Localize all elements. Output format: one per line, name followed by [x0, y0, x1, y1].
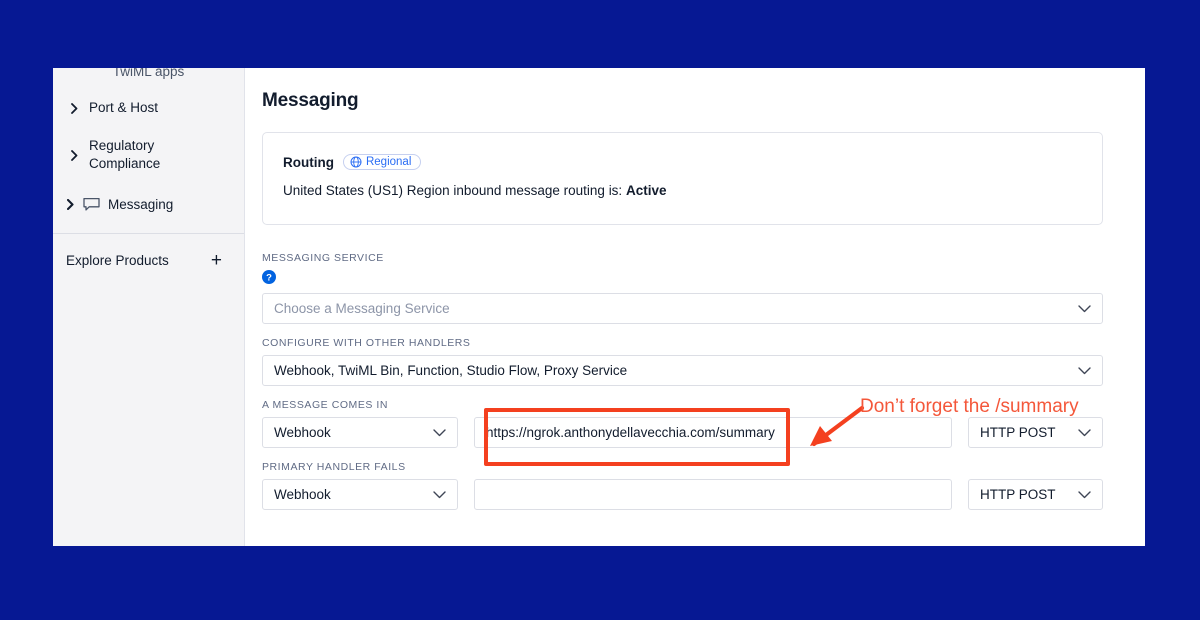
message-comes-in-handler-value: Webhook [274, 425, 331, 440]
routing-description-text: United States (US1) Region inbound messa… [283, 183, 626, 198]
primary-handler-fails-row: Webhook HTTP POST [262, 479, 1103, 510]
page-title: Messaging [262, 90, 359, 111]
chevron-down-icon [1078, 304, 1091, 313]
sidebar: TwiML apps Port & Host Regulatory Compli… [53, 68, 245, 546]
status-badge-regional: Regional [342, 154, 422, 170]
field-group-messaging-service: MESSAGING SERVICE ? Choose a Messaging S… [262, 252, 1103, 324]
messaging-service-value: Choose a Messaging Service [274, 301, 450, 316]
sidebar-item-port-and-host[interactable]: Port & Host [53, 94, 244, 122]
message-comes-in-method-value: HTTP POST [980, 425, 1056, 440]
chevron-down-icon [1078, 490, 1091, 499]
message-comes-in-handler-select[interactable]: Webhook [262, 417, 458, 448]
sidebar-item-regulatory-compliance[interactable]: Regulatory Compliance [53, 132, 244, 178]
primary-handler-fails-method-select[interactable]: HTTP POST [968, 479, 1103, 510]
url-input-message-comes-in-wrapper[interactable] [474, 417, 952, 448]
svg-text:?: ? [266, 273, 272, 284]
chevron-down-icon [433, 428, 446, 437]
other-handlers-select[interactable]: Webhook, TwiML Bin, Function, Studio Flo… [262, 355, 1103, 386]
message-comes-in-row: Webhook HTTP POST [262, 417, 1103, 448]
primary-handler-fails-label: PRIMARY HANDLER FAILS [262, 461, 406, 473]
field-group-other-handlers: CONFIGURE WITH OTHER HANDLERS Webhook, T… [262, 337, 1103, 386]
explore-products-label: Explore Products [66, 252, 169, 268]
main-content: Messaging Routing Regional United States… [245, 68, 1145, 546]
sidebar-item-label: TwiML apps [112, 68, 185, 80]
chevron-right-icon [63, 199, 77, 211]
plus-icon[interactable]: + [211, 251, 222, 270]
sidebar-explore-products[interactable]: Explore Products + [53, 234, 244, 270]
url-input-message-comes-in[interactable] [486, 425, 940, 440]
chevron-right-icon [67, 150, 81, 161]
routing-header: Routing Regional [283, 154, 1080, 170]
url-input-primary-handler-fails-wrapper[interactable] [474, 479, 952, 510]
routing-card: Routing Regional United States (US1) Reg… [262, 132, 1103, 225]
messaging-service-label: MESSAGING SERVICE [262, 252, 384, 264]
speech-bubble-icon [83, 197, 100, 212]
chevron-down-icon [1078, 366, 1091, 375]
primary-handler-fails-method-value: HTTP POST [980, 487, 1056, 502]
chevron-down-icon [1078, 428, 1091, 437]
help-circle-icon[interactable]: ? [262, 270, 276, 288]
sidebar-item-messaging[interactable]: Messaging [53, 191, 244, 219]
url-input-primary-handler-fails[interactable] [486, 487, 940, 502]
help-icon-row: ? [262, 270, 1103, 289]
chevron-right-icon [67, 102, 81, 114]
field-group-primary-handler-fails: PRIMARY HANDLER FAILS Webhook HTTP POST [262, 461, 1103, 510]
primary-handler-fails-handler-value: Webhook [274, 487, 331, 502]
message-comes-in-method-select[interactable]: HTTP POST [968, 417, 1103, 448]
sidebar-item-label: Messaging [108, 196, 174, 212]
sidebar-item-label: Regulatory Compliance [89, 138, 161, 172]
badge-label: Regional [365, 156, 412, 168]
chevron-down-icon [433, 490, 446, 499]
sidebar-item-label: Port & Host [89, 100, 159, 115]
globe-icon [350, 156, 362, 168]
routing-status-value: Active [625, 183, 667, 198]
routing-label: Routing [283, 154, 334, 170]
primary-handler-fails-handler-select[interactable]: Webhook [262, 479, 458, 510]
field-group-message-comes-in: A MESSAGE COMES IN Webhook HTTP POST [262, 399, 1103, 448]
sidebar-nav-list: TwiML apps Port & Host Regulatory Compli… [53, 68, 244, 270]
routing-description: United States (US1) Region inbound messa… [283, 183, 1080, 198]
other-handlers-value: Webhook, TwiML Bin, Function, Studio Flo… [274, 363, 628, 378]
app-window: TwiML apps Port & Host Regulatory Compli… [53, 68, 1145, 546]
messaging-service-select[interactable]: Choose a Messaging Service [262, 293, 1103, 324]
sidebar-item-twiml-apps[interactable]: TwiML apps [53, 68, 244, 82]
other-handlers-label: CONFIGURE WITH OTHER HANDLERS [262, 337, 471, 349]
message-comes-in-label: A MESSAGE COMES IN [262, 399, 389, 411]
